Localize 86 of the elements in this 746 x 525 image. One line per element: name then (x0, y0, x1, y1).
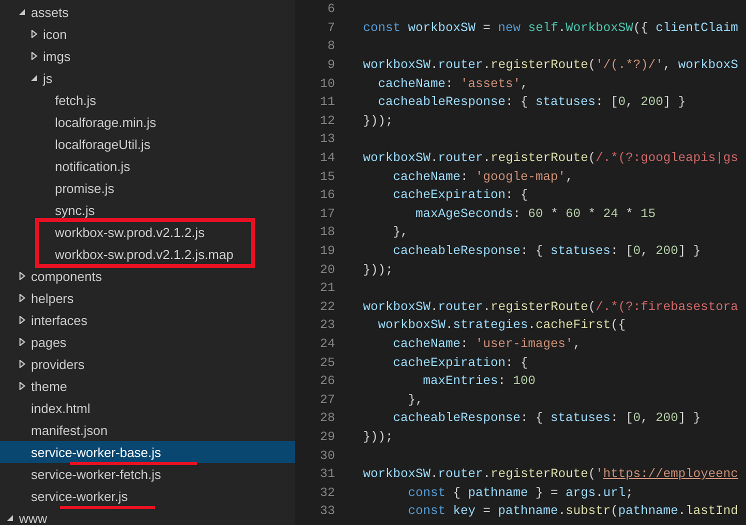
file-item[interactable]: service-worker-fetch.js (0, 463, 295, 485)
code-line: const { pathname } = args.url; (407, 486, 634, 500)
code-line: const workboxSW = new self.WorkboxSW({ clientClaim (363, 20, 738, 35)
line-number: 29 (318, 430, 335, 444)
collapsed-arrow-icon[interactable] (30, 52, 38, 60)
line-number: 21 (318, 281, 335, 296)
line-number: 13 (318, 132, 335, 146)
folder-item[interactable]: interfaces (0, 309, 295, 331)
expanded-arrow-icon[interactable] (30, 74, 38, 82)
code-line: }, (392, 225, 408, 240)
line-number: 25 (318, 356, 335, 370)
code-line: cacheExpiration: { (392, 356, 528, 370)
collapsed-arrow-icon[interactable] (18, 360, 26, 368)
file-item[interactable]: workbox-sw.prod.v2.1.2.js.map (0, 243, 295, 265)
collapsed-arrow-icon[interactable] (30, 30, 38, 38)
code-line: workboxSW.router.registerRoute('/(.*?)/', workboxS (363, 58, 738, 72)
file-item[interactable]: notification.js (0, 155, 295, 177)
line-number: 26 (318, 374, 335, 388)
expanded-arrow-icon[interactable] (18, 8, 26, 16)
file-item[interactable]: localforageUtil.js (0, 133, 295, 155)
code-line: const key = pathname.substr(pathname.lastInd (407, 504, 738, 518)
collapsed-arrow-icon[interactable] (18, 382, 26, 390)
folder-item[interactable]: pages (0, 331, 295, 353)
line-number: 11 (318, 95, 335, 110)
code-line: cacheableResponse: { statuses: [0, 200] } (392, 244, 701, 258)
code-line: workboxSW.router.registerRoute('https://employeenc (363, 467, 738, 482)
line-number: 9 (326, 58, 335, 72)
folder-item[interactable]: components (0, 265, 295, 287)
folder-item[interactable]: helpers (0, 287, 295, 309)
folder-item[interactable]: assets (0, 1, 295, 23)
line-number: 27 (318, 392, 335, 407)
code-line: maxEntries: 100 (422, 374, 536, 388)
line-number: 8 (326, 39, 335, 54)
code-line: })); (363, 114, 394, 128)
folder-item[interactable]: imgs (0, 45, 295, 67)
file-item[interactable]: index.html (0, 397, 295, 419)
folder-item[interactable]: icon (0, 23, 295, 45)
file-item[interactable]: workbox-sw.prod.v2.1.2.js (0, 221, 295, 243)
code-line: workboxSW.router.registerRoute(/.*(?:firebasestora (363, 300, 738, 314)
line-number: 32 (318, 486, 335, 500)
code-line: }, (407, 392, 424, 407)
code-line: cacheExpiration: { (392, 188, 528, 202)
line-number: 10 (318, 76, 335, 91)
line-number: 6 (326, 2, 335, 16)
line-number: 24 (318, 336, 335, 351)
collapsed-arrow-icon[interactable] (18, 294, 26, 302)
line-number: 28 (318, 411, 335, 426)
line-number: 31 (318, 467, 335, 482)
line-number: 30 (318, 448, 335, 463)
file-item[interactable]: promise.js (0, 177, 295, 199)
line-number: 33 (318, 504, 335, 518)
line-number: 18 (318, 225, 335, 240)
line-number: 22 (318, 300, 335, 314)
code-line: workboxSW.strategies.cacheFirst({ (377, 318, 626, 332)
line-number: 17 (318, 206, 335, 221)
line-number: 14 (318, 151, 335, 166)
file-item[interactable]: localforage.min.js (0, 111, 295, 133)
code-line: cacheName: 'google-map', (392, 170, 574, 184)
expanded-arrow-icon[interactable] (6, 514, 14, 522)
code-line: cacheableResponse: { statuses: [0, 200] } (392, 411, 701, 426)
folder-item[interactable]: www (0, 507, 295, 525)
code-line: })); (363, 430, 394, 444)
file-item[interactable]: fetch.js (0, 89, 295, 111)
line-number: 16 (318, 188, 335, 202)
file-item[interactable]: service-worker.js (0, 485, 295, 507)
collapsed-arrow-icon[interactable] (18, 338, 26, 346)
folder-item[interactable]: js (0, 67, 295, 89)
code-line: workboxSW.router.registerRoute(/.*(?:googleapis|gs (363, 151, 738, 166)
code-line: cacheName: 'user-images', (392, 336, 581, 351)
code-line: maxAgeSeconds: 60 * 60 * 24 * 15 (414, 206, 656, 221)
folder-item[interactable]: theme (0, 375, 295, 397)
code-line: cacheName: 'assets', (377, 76, 528, 91)
line-number: 23 (318, 318, 335, 332)
line-number: 20 (318, 262, 335, 277)
line-number: 19 (318, 244, 335, 258)
line-number: 7 (326, 20, 335, 35)
line-number: 12 (318, 114, 335, 128)
file-item[interactable]: service-worker-base.js (0, 441, 295, 463)
collapsed-arrow-icon[interactable] (18, 316, 26, 324)
folder-item[interactable]: providers (0, 353, 295, 375)
file-item[interactable]: manifest.json (0, 419, 295, 441)
collapsed-arrow-icon[interactable] (18, 272, 26, 280)
code-line: })); (363, 262, 394, 277)
line-number: 15 (318, 170, 335, 184)
code-line: cacheableResponse: { statuses: [0, 200] } (377, 95, 686, 110)
file-item[interactable]: sync.js (0, 199, 295, 221)
